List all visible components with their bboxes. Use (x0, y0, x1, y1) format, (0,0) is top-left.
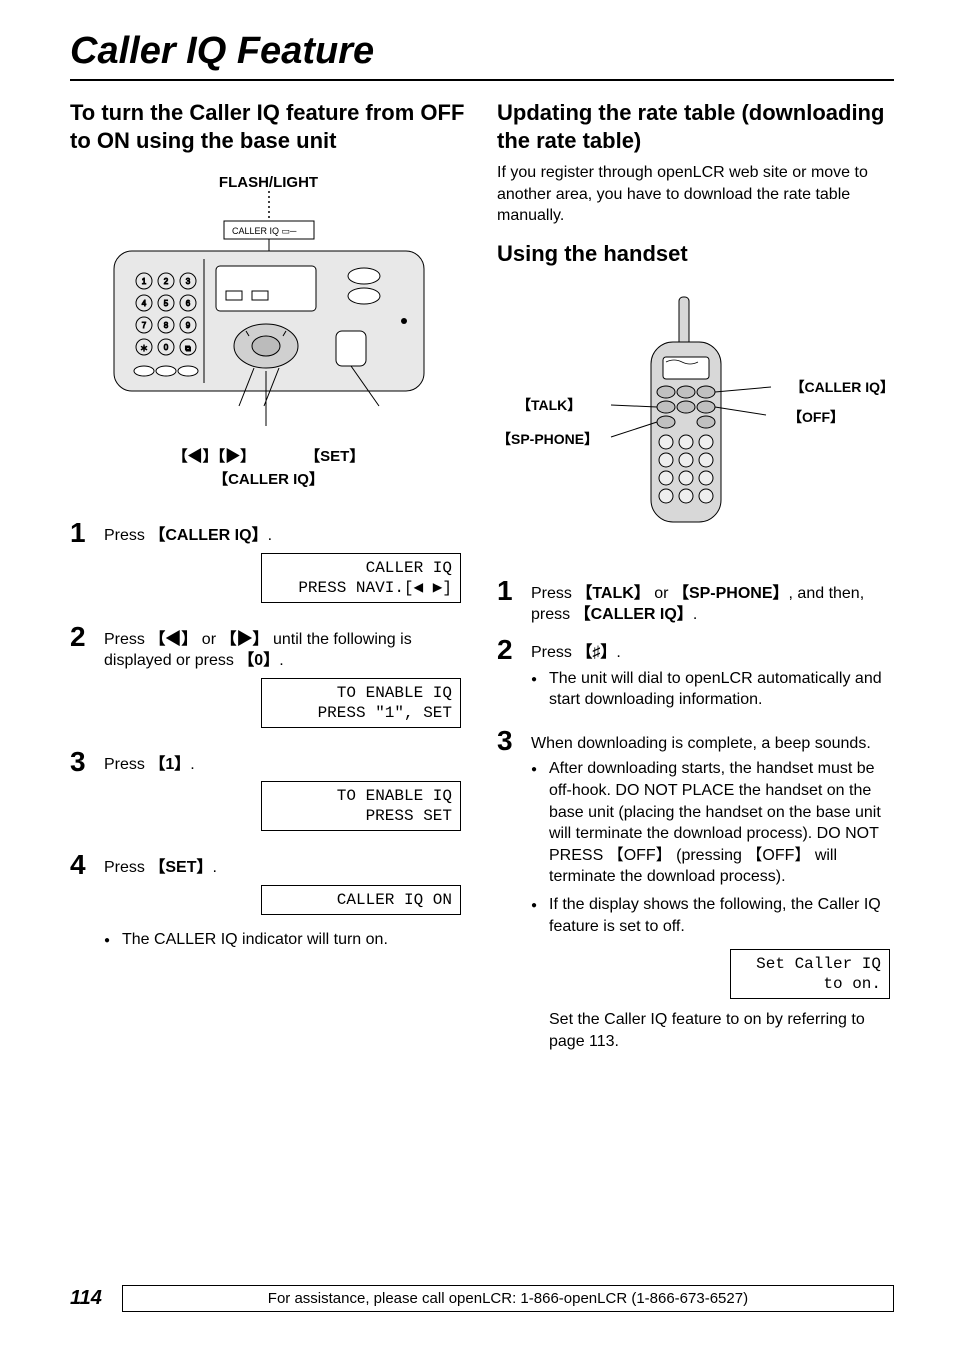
caller-iq-btn-label: 【CALLER IQ】 (70, 468, 467, 489)
svg-text:4: 4 (141, 299, 146, 308)
svg-text:1: 1 (141, 277, 146, 286)
step-text: Press 【♯】. (531, 644, 621, 661)
svg-text:⧉: ⧉ (185, 344, 191, 353)
lcd-display: Set Caller IQ to on. (730, 949, 890, 999)
talk-label: 【TALK】 (517, 395, 581, 415)
step-number: 3 (70, 748, 104, 776)
step-text-after: . (190, 756, 194, 773)
step-text: Press (104, 756, 149, 773)
step-tail-text: Set the Caller IQ feature to on by refer… (531, 1009, 894, 1052)
svg-text:6: 6 (185, 299, 190, 308)
right-column: Updating the rate table (downloading the… (497, 99, 894, 1062)
two-column-layout: To turn the Caller IQ feature from OFF t… (70, 99, 894, 1062)
step-number: 2 (70, 623, 104, 651)
handset-diagram: 【TALK】 【SP-PHONE】 【CALLER IQ】 【OFF】 (497, 287, 894, 547)
sp-phone-label: 【SP-PHONE】 (497, 429, 598, 449)
caller-iq-button-ref: 【CALLER IQ】 (149, 527, 267, 544)
right-step-3: 3 When downloading is complete, a beep s… (497, 727, 894, 1053)
one-button-ref: 【1】 (149, 756, 190, 773)
flash-light-label: FLASH/LIGHT (70, 174, 467, 191)
svg-text:5: 5 (163, 299, 168, 308)
left-column: To turn the Caller IQ feature from OFF t… (70, 99, 467, 1062)
intro-text: If you register through openLCR web site… (497, 162, 894, 227)
step-text: Press (104, 527, 149, 544)
step-number: 4 (70, 851, 104, 879)
lcd-display: CALLER IQ PRESS NAVI.[◀ ▶] (261, 553, 461, 603)
step-text: Press 【TALK】 or 【SP-PHONE】, and then, pr… (531, 585, 864, 624)
left-step-2: 2 Press 【◀】 or 【▶】 until the following i… (70, 623, 467, 738)
svg-text:9: 9 (185, 321, 190, 330)
left-step-4: 4 Press 【SET】. CALLER IQ ON The CALLER I… (70, 851, 467, 956)
step-bullet: The unit will dial to openLCR automatica… (549, 668, 894, 711)
right-heading-2: Using the handset (497, 241, 894, 267)
step-bullet: After downloading starts, the handset mu… (549, 758, 894, 888)
lcd-display: TO ENABLE IQ PRESS SET (261, 781, 461, 831)
set-label: 【SET】 (305, 445, 364, 466)
right-step-2: 2 Press 【♯】. The unit will dial to openL… (497, 636, 894, 717)
step-text: When downloading is complete, a beep sou… (531, 735, 871, 752)
left-step-3: 3 Press 【1】. TO ENABLE IQ PRESS SET (70, 748, 467, 842)
step-number: 1 (497, 577, 531, 605)
assistance-box: For assistance, please call openLCR: 1-8… (122, 1285, 894, 1312)
left-heading: To turn the Caller IQ feature from OFF t… (70, 99, 467, 154)
step-text-after: . (268, 527, 272, 544)
caller-iq-indicator-text: CALLER IQ ▭─ (232, 226, 297, 236)
step-bullet: If the display shows the following, the … (549, 894, 894, 937)
base-unit-illustration: CALLER IQ ▭─ 1 2 3 4 5 6 7 8 9 ＊ 0 (104, 191, 434, 451)
page-title: Caller IQ Feature (70, 30, 894, 81)
base-unit-diagram: FLASH/LIGHT CALLER IQ ▭─ 1 2 3 4 5 6 (70, 174, 467, 489)
left-step-1: 1 Press 【CALLER IQ】. CALLER IQ PRESS NAV… (70, 519, 467, 613)
step-bullet: The CALLER IQ indicator will turn on. (122, 929, 467, 951)
set-button-ref: 【SET】 (149, 859, 212, 876)
svg-text:0: 0 (163, 343, 168, 352)
lcd-display: CALLER IQ ON (261, 885, 461, 915)
right-heading-1: Updating the rate table (downloading the… (497, 99, 894, 154)
step-number: 2 (497, 636, 531, 664)
step-number: 3 (497, 727, 531, 755)
svg-text:7: 7 (141, 321, 146, 330)
nav-arrows-label: 【◀】【▶】 (173, 445, 256, 466)
lcd-display: TO ENABLE IQ PRESS "1", SET (261, 678, 461, 728)
off-label: 【OFF】 (788, 407, 844, 427)
step-number: 1 (70, 519, 104, 547)
step-text: Press 【◀】 or 【▶】 until the following is … (104, 631, 412, 670)
svg-text:8: 8 (163, 321, 168, 330)
svg-text:3: 3 (185, 277, 190, 286)
svg-text:2: 2 (163, 277, 168, 286)
step-text-after: . (212, 859, 216, 876)
page-number: 114 (70, 1287, 102, 1310)
step-text: Press (104, 859, 149, 876)
right-step-1: 1 Press 【TALK】 or 【SP-PHONE】, and then, … (497, 577, 894, 626)
caller-iq-label: 【CALLER IQ】 (791, 377, 894, 397)
page-footer: 114 For assistance, please call openLCR:… (70, 1285, 894, 1312)
svg-text:＊: ＊ (140, 344, 148, 353)
